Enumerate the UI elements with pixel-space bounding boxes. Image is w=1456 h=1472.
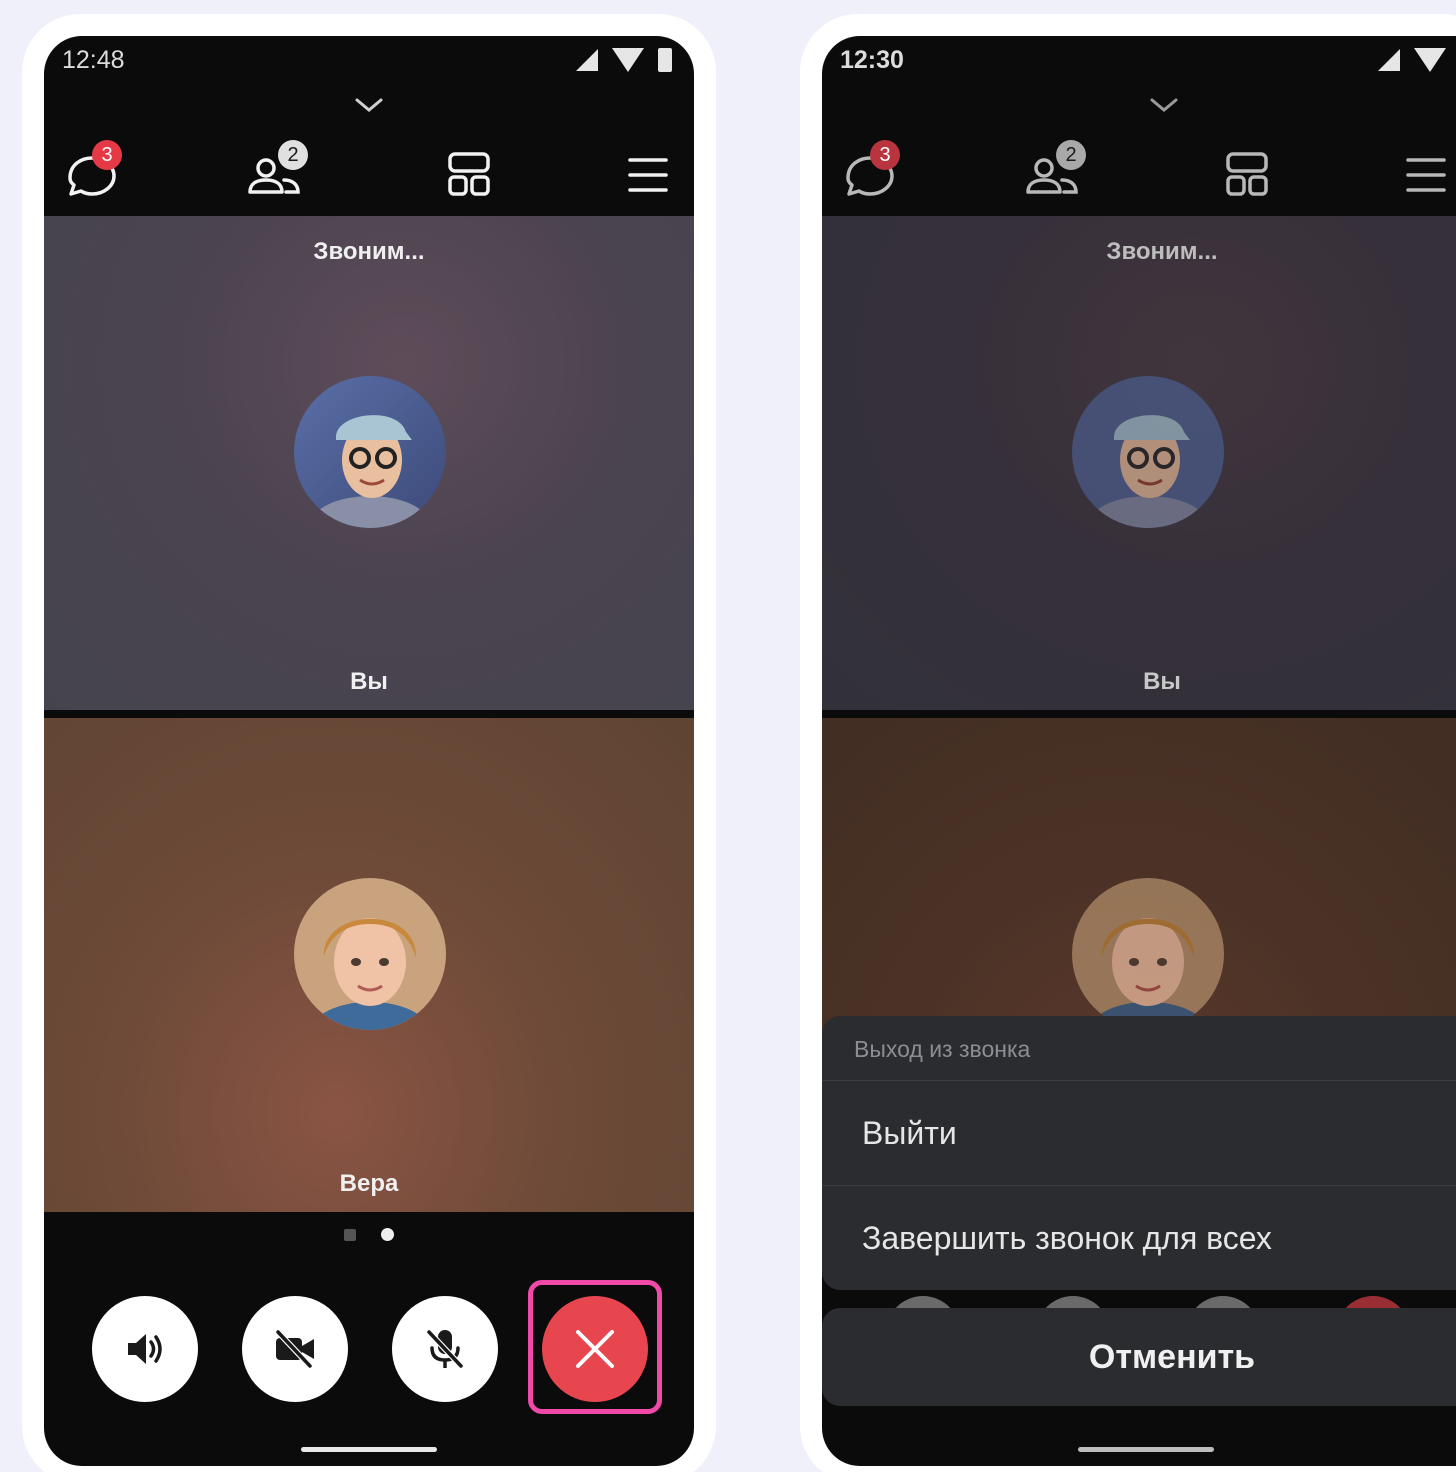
participant-tile-self[interactable]: Звоним... Вы (822, 216, 1456, 710)
participant-tile-self[interactable]: Звоним... Вы (44, 216, 694, 710)
status-time: 12:48 (62, 46, 125, 74)
exit-call-sheet: Выход из звонка Выйти Завершить звонок д… (822, 1016, 1456, 1290)
home-indicator[interactable] (1078, 1447, 1214, 1452)
speaker-button[interactable] (92, 1296, 198, 1402)
avatar (1072, 878, 1224, 1030)
page-indicator (44, 1228, 694, 1246)
status-bar: 12:30 (822, 36, 1456, 84)
participants-button[interactable]: 2 (244, 140, 314, 210)
avatar (1072, 376, 1224, 528)
layout-grid-icon (1226, 152, 1268, 196)
phone-frame-right: 12:30 3 2 Звоним... Вы Выход из звонка В… (800, 14, 1456, 1472)
end-call-for-all-option[interactable]: Завершить звонок для всех (822, 1185, 1456, 1289)
wifi-icon (612, 48, 644, 72)
camera-toggle-button[interactable] (242, 1296, 348, 1402)
camera-off-icon (275, 1329, 314, 1369)
layout-button[interactable] (1212, 140, 1282, 210)
participant-tile-other[interactable]: Вера (44, 718, 694, 1212)
participants-button[interactable]: 2 (1022, 140, 1092, 210)
chat-unread-badge: 3 (92, 140, 122, 170)
call-screen-right: 12:30 3 2 Звоним... Вы Выход из звонка В… (822, 36, 1456, 1466)
chat-unread-badge: 3 (870, 140, 900, 170)
system-icons (1378, 48, 1456, 72)
status-bar: 12:48 (44, 36, 694, 84)
chevron-down-icon[interactable] (1146, 94, 1182, 118)
page-dot-active[interactable] (380, 1228, 394, 1241)
call-screen-left: 12:48 3 2 Звоним... Вы Вера (44, 36, 694, 1466)
calling-status: Звоним... (1106, 238, 1218, 265)
menu-button[interactable] (614, 140, 684, 210)
system-icons (576, 48, 672, 72)
status-time: 12:30 (840, 46, 904, 74)
menu-icon (1406, 158, 1446, 192)
participant-name: Вы (350, 668, 388, 695)
participant-name: Вера (339, 1170, 399, 1197)
cancel-button[interactable]: Отменить (822, 1308, 1456, 1406)
participants-count-badge: 2 (1056, 140, 1086, 170)
call-toolbar: 3 2 (822, 140, 1456, 210)
call-toolbar: 3 2 (44, 140, 694, 210)
signal-icon (1378, 49, 1400, 71)
wifi-icon (1414, 48, 1446, 72)
sheet-title: Выход из звонка (854, 1036, 1031, 1062)
page-dot[interactable] (344, 1229, 357, 1241)
home-indicator[interactable] (301, 1447, 437, 1452)
leave-call-option[interactable]: Выйти (822, 1080, 1456, 1184)
participants-count-badge: 2 (278, 140, 308, 170)
avatar (294, 376, 446, 528)
signal-icon (576, 49, 598, 71)
menu-icon (628, 158, 668, 192)
mic-off-icon (426, 1329, 464, 1369)
avatar (294, 878, 446, 1030)
layout-grid-icon (448, 152, 490, 196)
calling-status: Звоним... (313, 238, 425, 265)
battery-icon (658, 48, 672, 72)
chevron-down-icon[interactable] (351, 94, 387, 118)
chat-button[interactable]: 3 (836, 140, 906, 210)
microphone-toggle-button[interactable] (392, 1296, 498, 1402)
speaker-icon (128, 1334, 162, 1364)
participant-name: Вы (1143, 668, 1181, 695)
chat-button[interactable]: 3 (58, 140, 128, 210)
call-controls (44, 1280, 694, 1414)
highlight-frame (528, 1280, 662, 1414)
menu-button[interactable] (1392, 140, 1456, 210)
phone-frame-left: 12:48 3 2 Звоним... Вы Вера (22, 14, 716, 1472)
layout-button[interactable] (434, 140, 504, 210)
